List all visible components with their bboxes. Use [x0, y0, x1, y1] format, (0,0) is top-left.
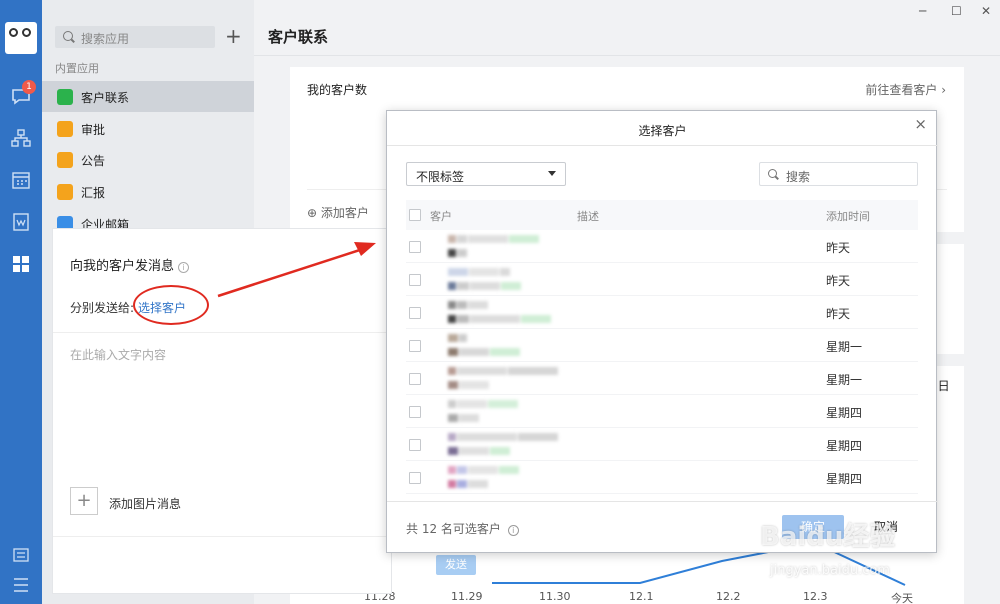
row-checkbox[interactable]: [409, 340, 421, 352]
table-row[interactable]: 昨天: [406, 230, 918, 263]
column-header-added-time: 添加时间: [826, 210, 870, 223]
caret-down-icon: [548, 171, 556, 176]
added-time: 星期一: [826, 340, 863, 354]
table-row[interactable]: 星期四: [406, 461, 918, 494]
blurred-customer-info: [448, 400, 519, 424]
info-icon[interactable]: i: [507, 525, 519, 536]
selectable-count-text: 共 12 名可选客户: [406, 522, 501, 536]
tag-filter-select[interactable]: 不限标签: [406, 162, 566, 186]
dialog-title: 选择客户: [638, 124, 687, 138]
select-all-checkbox[interactable]: [409, 209, 421, 221]
added-time: 昨天: [826, 274, 851, 288]
added-time: 星期四: [826, 406, 863, 420]
divider: [387, 501, 938, 502]
blurred-customer-info: [448, 301, 552, 325]
column-header-customer: 客户: [430, 210, 452, 223]
blurred-customer-info: [448, 466, 520, 490]
blurred-customer-info: [448, 367, 559, 391]
row-checkbox[interactable]: [409, 241, 421, 253]
table-row[interactable]: 星期四: [406, 395, 918, 428]
column-header-description: 描述: [577, 210, 599, 223]
blurred-customer-info: [448, 433, 559, 457]
watermark-url: jingyan.baidu.com: [770, 563, 890, 578]
added-time: 星期四: [826, 439, 863, 453]
row-checkbox[interactable]: [409, 472, 421, 484]
table-row[interactable]: 昨天: [406, 263, 918, 296]
row-checkbox[interactable]: [409, 274, 421, 286]
added-time: 星期一: [826, 373, 863, 387]
divider: [387, 145, 938, 146]
blurred-customer-info: [448, 268, 522, 292]
row-checkbox[interactable]: [409, 307, 421, 319]
selectable-count: 共 12 名可选客户 i: [406, 520, 519, 537]
close-icon[interactable]: ×: [914, 115, 927, 133]
added-time: 昨天: [826, 241, 851, 255]
customer-search-input[interactable]: 搜索: [759, 162, 918, 186]
blurred-customer-info: [448, 235, 540, 259]
table-row[interactable]: 昨天: [406, 296, 918, 329]
select-customer-dialog: 选择客户 × 不限标签 搜索 客户 描述 添加时间 昨天 昨天 昨天 星期一 星…: [386, 110, 938, 553]
added-time: 星期四: [826, 472, 863, 486]
table-row[interactable]: 星期四: [406, 428, 918, 461]
blurred-customer-info: [448, 334, 521, 358]
table-row[interactable]: 星期一: [406, 362, 918, 395]
watermark-logo: Baidu经验: [760, 522, 896, 552]
row-checkbox[interactable]: [409, 406, 421, 418]
table-row[interactable]: 星期一: [406, 329, 918, 362]
customer-search-placeholder: 搜索: [786, 170, 811, 184]
tag-filter-value: 不限标签: [416, 170, 465, 184]
table-header: 客户 描述 添加时间: [406, 200, 918, 230]
row-checkbox[interactable]: [409, 373, 421, 385]
search-icon: [768, 169, 777, 178]
row-checkbox[interactable]: [409, 439, 421, 451]
added-time: 昨天: [826, 307, 851, 321]
